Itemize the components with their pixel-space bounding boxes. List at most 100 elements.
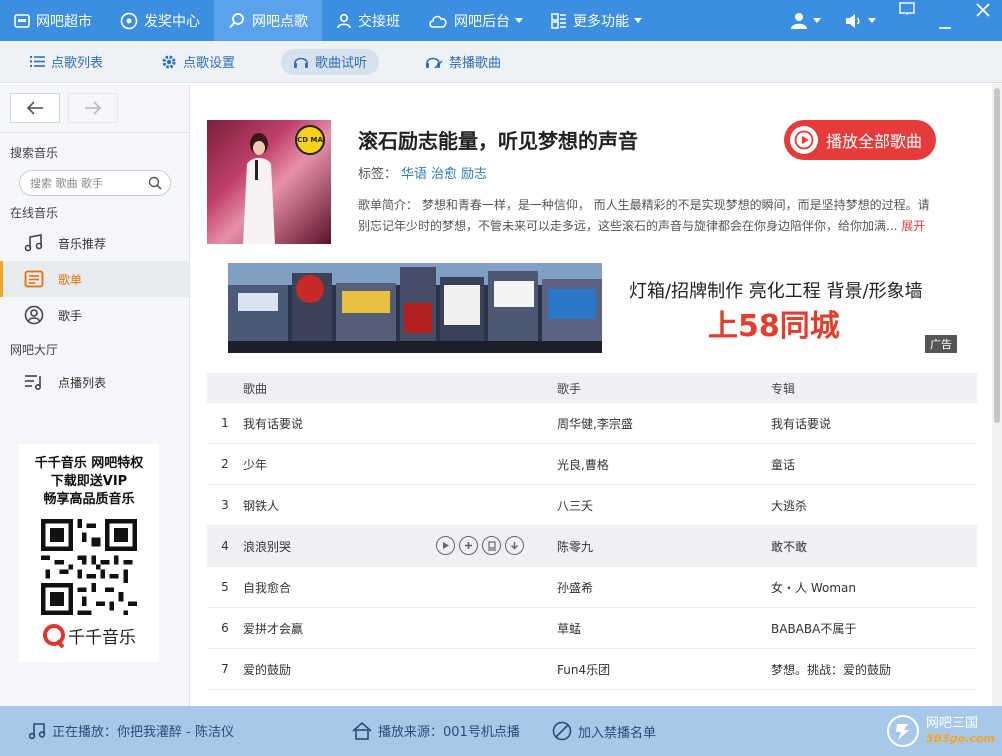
tag-link[interactable]: 励志 xyxy=(461,167,487,182)
artist-name[interactable]: 陈零九 xyxy=(557,538,771,555)
play-all-button[interactable]: 播放全部歌曲 xyxy=(784,120,936,160)
window-close-button[interactable] xyxy=(964,0,1002,41)
table-row[interactable]: 1 我有话要说 周华健,李宗盛 我有话要说 xyxy=(207,403,977,444)
nav-item-song-request[interactable]: 网吧点歌 xyxy=(214,0,322,41)
tab-label: 点歌列表 xyxy=(51,56,104,71)
add-icon[interactable] xyxy=(459,536,478,555)
row-number: 6 xyxy=(221,621,229,635)
nav-item-shift[interactable]: 交接班 xyxy=(322,0,414,41)
tag-link[interactable]: 华语 xyxy=(401,167,427,182)
play-source: 播放来源：001号机点播 xyxy=(352,721,520,740)
row-actions xyxy=(436,536,528,555)
song-title[interactable]: 我有话要说 xyxy=(243,415,557,432)
play-source-text: 播放来源：001号机点播 xyxy=(378,725,520,740)
album-name[interactable]: 女・人 Woman xyxy=(771,579,977,596)
window-minimize-button[interactable] xyxy=(926,0,964,41)
gear-icon xyxy=(162,55,176,68)
watermark-logo-icon xyxy=(887,715,919,747)
now-playing-bar: 正在播放： 你把我灌醉 - 陈洁仪 播放来源：001号机点播 加入禁播名单 网吧… xyxy=(0,706,1002,756)
table-row[interactable]: 7 爱的鼓励 Fun4乐团 梦想。挑战：爱的鼓励 xyxy=(207,649,977,690)
album-name[interactable]: 大逃杀 xyxy=(771,497,977,514)
add-to-banlist-button[interactable]: 加入禁播名单 xyxy=(552,721,656,741)
window-menu-button[interactable] xyxy=(888,0,926,41)
qianqian-logo: 千千音乐 xyxy=(19,623,159,648)
artist-name[interactable]: 周华健,李宗盛 xyxy=(557,415,771,432)
sidebar-item-recommend[interactable]: 音乐推荐 xyxy=(0,225,189,261)
music-note-icon xyxy=(28,722,46,739)
nav-item-label: 发奖中心 xyxy=(144,13,200,30)
chevron-down-icon xyxy=(515,18,523,23)
album-name[interactable]: 敢不敢 xyxy=(771,538,977,555)
song-title[interactable]: 爱的鼓励 xyxy=(243,661,557,678)
tab-banned-songs[interactable]: 禁播歌曲 xyxy=(413,49,513,75)
forward-button[interactable] xyxy=(68,93,118,123)
table-row[interactable]: 3 钢铁人 八三夭 大逃杀 xyxy=(207,485,977,526)
expand-link[interactable]: 展开 xyxy=(901,219,925,233)
nav-item-more[interactable]: 更多功能 xyxy=(537,0,656,41)
table-row[interactable]: 5 自我愈合 孙盛希 女・人 Woman xyxy=(207,567,977,608)
playlist-title: 滚石励志能量，听见梦想的声音 xyxy=(358,129,638,153)
ad-banner[interactable]: 灯箱/招牌制作 亮化工程 背景/形象墙 上58同城 广告 xyxy=(228,263,957,353)
album-name[interactable]: 我有话要说 xyxy=(771,415,977,432)
volume-menu-button[interactable] xyxy=(833,0,888,41)
request-song-icon[interactable] xyxy=(482,536,501,555)
song-title[interactable]: 少年 xyxy=(243,456,557,473)
row-number: 7 xyxy=(221,662,229,676)
cloud-icon xyxy=(429,15,447,28)
album-name[interactable]: 童话 xyxy=(771,456,977,473)
table-row[interactable]: 2 少年 光良,曹格 童话 xyxy=(207,444,977,485)
artist-name[interactable]: 草蜢 xyxy=(557,620,771,637)
list-icon xyxy=(30,56,45,67)
sidebar-item-singers[interactable]: 歌手 xyxy=(0,297,189,333)
promo-line-2: 下载即送VIP xyxy=(50,474,128,489)
tag-link[interactable]: 治愈 xyxy=(431,167,457,182)
headphones-ban-icon xyxy=(426,57,443,68)
vertical-scrollbar[interactable] xyxy=(992,84,1002,706)
singer-figure-image xyxy=(243,133,275,244)
search-box xyxy=(19,170,171,196)
playlist-cover[interactable]: CD MA xyxy=(207,120,331,244)
tags-label: 标签： xyxy=(358,167,398,182)
tab-song-list[interactable]: 点歌列表 xyxy=(18,49,115,75)
nav-item-prize[interactable]: 发奖中心 xyxy=(106,0,214,41)
song-title[interactable]: 爱拼才会赢 xyxy=(243,620,557,637)
song-title[interactable]: 钢铁人 xyxy=(243,497,557,514)
account-menu-button[interactable] xyxy=(778,0,833,41)
song-title[interactable]: 自我愈合 xyxy=(243,579,557,596)
search-icon[interactable] xyxy=(148,176,162,190)
tab-song-preview[interactable]: 歌曲试听 xyxy=(281,48,380,75)
tab-label: 歌曲试听 xyxy=(315,56,368,71)
tab-song-settings[interactable]: 点歌设置 xyxy=(149,49,247,75)
artist-name[interactable]: 八三夭 xyxy=(557,497,771,514)
tab-label: 点歌设置 xyxy=(183,56,236,71)
nav-item-store[interactable]: 网吧超市 xyxy=(0,0,106,41)
promo-line-3: 畅享高品质音乐 xyxy=(43,492,135,507)
table-row[interactable]: 6 爱拼才会赢 草蜢 BABABA不属于 xyxy=(207,608,977,649)
sidebar-item-play-list[interactable]: 点播列表 xyxy=(0,364,189,400)
sidebar-item-label: 点播列表 xyxy=(58,375,107,390)
section-cafe-hall: 网吧大厅 xyxy=(10,343,59,357)
ban-icon xyxy=(552,721,572,741)
sidebar-item-playlists[interactable]: 歌单 xyxy=(0,261,189,297)
album-name[interactable]: 梦想。挑战：爱的鼓励 xyxy=(771,661,977,678)
artist-name[interactable]: Fun4乐团 xyxy=(557,661,771,678)
download-icon[interactable] xyxy=(505,536,524,555)
nav-item-backend[interactable]: 网吧后台 xyxy=(414,0,537,41)
back-button[interactable] xyxy=(10,93,60,123)
scrollbar-thumb[interactable] xyxy=(994,88,1000,423)
artist-name[interactable]: 光良,曹格 xyxy=(557,456,771,473)
window-restore-icon xyxy=(899,2,915,15)
singer-icon xyxy=(24,305,44,325)
table-row-hovered[interactable]: 4 浪浪别哭 陈零九 敢不敢 xyxy=(207,526,977,567)
promo-card[interactable]: 千千音乐 网吧特权 下载即送VIP 畅享高品质音乐 千千音乐 xyxy=(19,444,159,662)
row-number: 5 xyxy=(221,580,229,594)
search-input[interactable] xyxy=(30,176,148,190)
grid-icon xyxy=(551,12,566,29)
chevron-down-icon xyxy=(634,18,642,23)
play-icon[interactable] xyxy=(436,536,455,555)
album-name[interactable]: BABABA不属于 xyxy=(771,620,977,637)
sidebar-item-label: 歌单 xyxy=(58,272,83,287)
headphones-icon xyxy=(294,57,309,68)
artist-name[interactable]: 孙盛希 xyxy=(557,579,771,596)
promo-line-1: 千千音乐 网吧特权 xyxy=(34,456,144,471)
